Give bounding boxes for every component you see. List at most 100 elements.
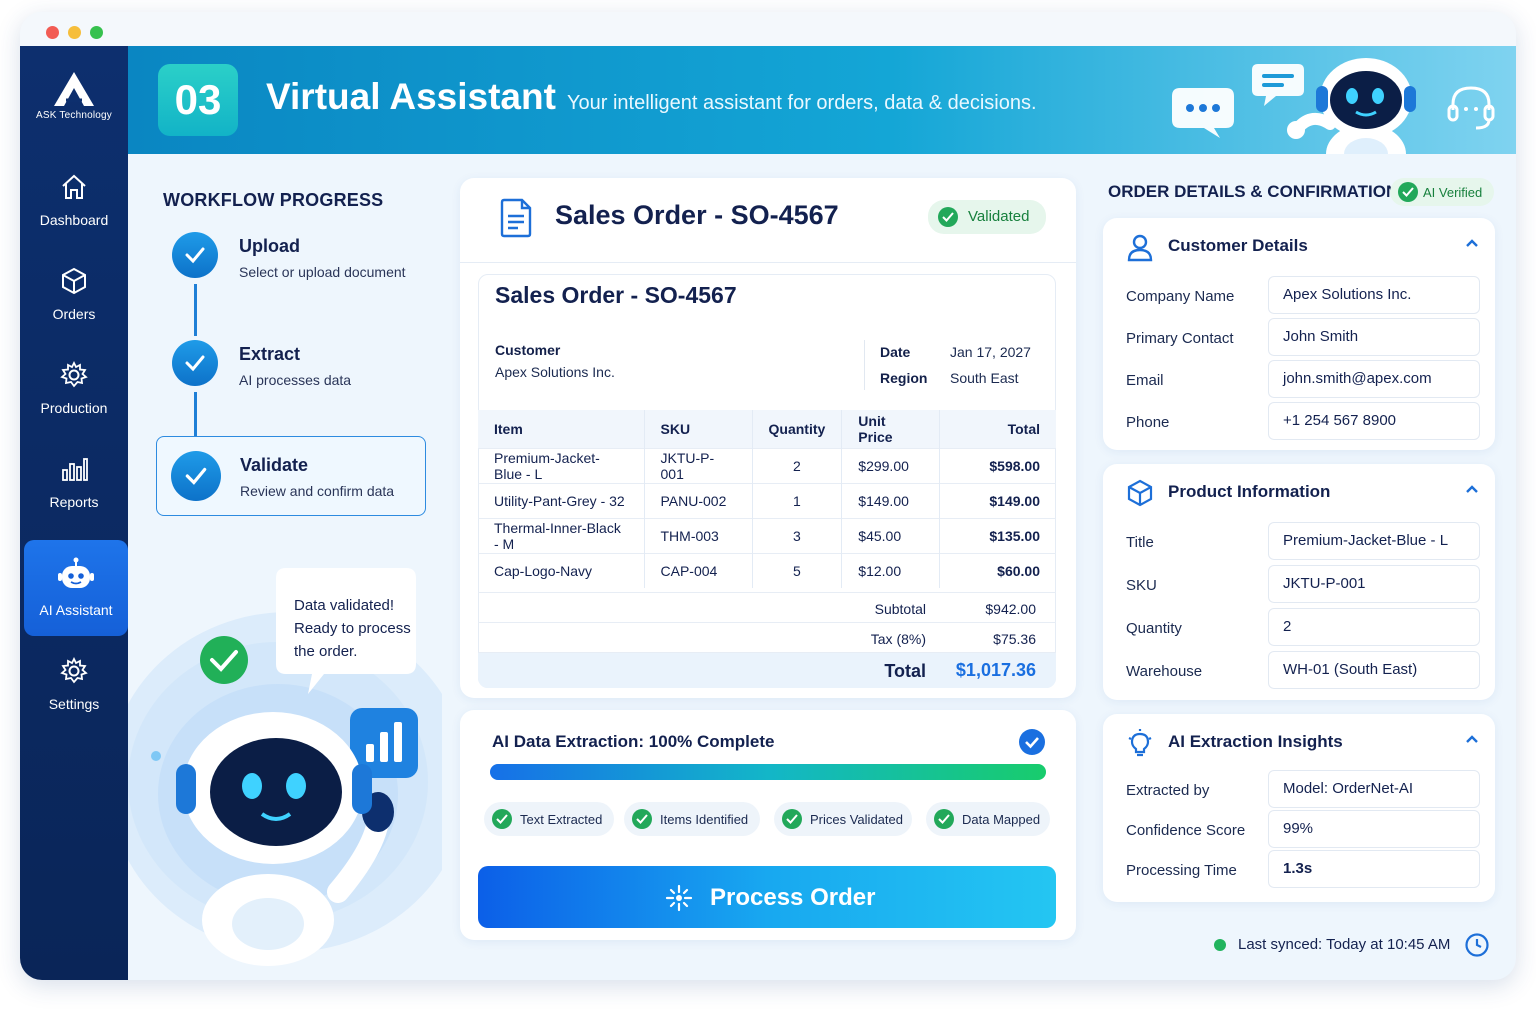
ai-verified-label: AI Verified (1423, 185, 1483, 200)
ai-verified-badge: AI Verified (1390, 178, 1494, 206)
sidebar-item-label: AI Assistant (39, 602, 113, 618)
chevron-up-icon[interactable] (1465, 238, 1479, 248)
step-subtitle: Review and confirm data (240, 483, 395, 499)
sidebar-item-label: Production (40, 400, 108, 416)
quantity-field[interactable]: 2 (1268, 608, 1480, 646)
quantity-cell: 1 (752, 482, 843, 518)
bubble-line: the order. (294, 643, 358, 660)
subtotal-row: Subtotal $942.00 (478, 592, 1056, 622)
sku-cell: CAP-004 (644, 552, 753, 588)
order-panel: Sales Order - SO-4567 Validated Sales Or… (460, 178, 1076, 940)
product-information-title: Product Information (1168, 482, 1331, 501)
workflow-step-extract[interactable]: Extract AI processes data (156, 332, 426, 412)
user-icon (1127, 234, 1153, 262)
chevron-up-icon[interactable] (1465, 484, 1479, 494)
chip-data-mapped: Data Mapped (926, 802, 1050, 836)
check-circle-icon (938, 207, 958, 227)
sidebar-item-settings[interactable]: Settings (20, 656, 128, 752)
logo[interactable]: ASK Technology (20, 70, 128, 121)
headset-icon[interactable] (1446, 82, 1496, 132)
extracted-by-field[interactable]: Model: OrderNet-AI (1268, 770, 1480, 808)
field-label: Title (1126, 534, 1154, 551)
table-row[interactable]: Thermal-Inner-Black - M THM-003 3 $45.00… (478, 517, 1056, 553)
date-label: Date (880, 344, 911, 360)
chip-items-identified: Items Identified (624, 802, 760, 836)
tax-row: Tax (8%) $75.36 (478, 622, 1056, 652)
field-label: Primary Contact (1126, 330, 1234, 347)
document-icon (500, 198, 532, 238)
chip-text-extracted: Text Extracted (484, 802, 614, 836)
item-cell: Premium-Jacket-Blue - L (478, 447, 645, 483)
table-row[interactable]: Utility-Pant-Grey - 32 PANU-002 1 $149.0… (478, 482, 1056, 518)
table-row[interactable]: Cap-Logo-Navy CAP-004 5 $12.00 $60.00 (478, 552, 1056, 588)
subtotal-value: $942.00 (985, 601, 1036, 617)
package-icon (1127, 479, 1153, 507)
region-label: Region (880, 370, 928, 386)
sidebar-item-reports[interactable]: Reports (20, 454, 128, 550)
sidebar-item-dashboard[interactable]: Dashboard (20, 172, 128, 268)
tax-label: Tax (8%) (870, 631, 926, 647)
confidence-score-field[interactable]: 99% (1268, 810, 1480, 848)
sync-status-dot (1214, 939, 1226, 951)
sku-field[interactable]: JKTU-P-001 (1268, 565, 1480, 603)
extraction-progress-fill (490, 764, 1046, 780)
table-row[interactable]: Premium-Jacket-Blue - L JKTU-P-001 2 $29… (478, 447, 1056, 483)
sku-cell: JKTU-P-001 (644, 447, 753, 483)
bubble-line: Data validated! (294, 597, 395, 614)
field-label: Warehouse (1126, 663, 1203, 680)
page-subtitle: Your intelligent assistant for orders, d… (567, 92, 1037, 114)
sidebar-item-label: Settings (48, 696, 100, 712)
ai-insights-card: AI Extraction Insights Extracted by Mode… (1103, 714, 1495, 902)
box-icon (62, 267, 86, 295)
primary-contact-field[interactable]: John Smith (1268, 318, 1480, 356)
bubble-line: Ready to process (294, 620, 411, 637)
total-label: Total (884, 661, 926, 681)
company-name-field[interactable]: Apex Solutions Inc. (1268, 276, 1480, 314)
last-synced-text: Last synced: Today at 10:45 AM (1238, 936, 1451, 953)
workflow-step-upload[interactable]: Upload Select or upload document (156, 224, 426, 304)
check-circle-icon (492, 809, 512, 829)
page-header: 03 Virtual Assistant Your intelligent as… (128, 46, 1516, 154)
sidebar-item-label: Reports (49, 494, 99, 510)
close-window-button[interactable] (46, 26, 59, 39)
field-extracted-by: Extracted by Model: OrderNet-AI (1103, 770, 1495, 810)
robot-icon (58, 557, 94, 588)
field-processing-time: Processing Time 1.3s (1103, 850, 1495, 890)
chat-bubble-icon (1172, 88, 1234, 138)
clock-icon[interactable] (1464, 932, 1490, 958)
chevron-up-icon[interactable] (1465, 734, 1479, 744)
ai-insights-title: AI Extraction Insights (1168, 732, 1343, 751)
column-header: Total (939, 410, 1056, 448)
document-title: Sales Order - SO-4567 (495, 282, 737, 308)
chip-label: Prices Validated (810, 812, 903, 827)
unit-price-cell: $299.00 (841, 447, 941, 483)
minimize-window-button[interactable] (68, 26, 81, 39)
product-title-field[interactable]: Premium-Jacket-Blue - L (1268, 522, 1480, 560)
sidebar-item-orders[interactable]: Orders (20, 266, 128, 362)
phone-field[interactable]: +1 254 567 8900 (1268, 402, 1480, 440)
processing-time-field[interactable]: 1.3s (1268, 850, 1480, 888)
email-field[interactable]: john.smith@apex.com (1268, 360, 1480, 398)
extraction-progress-bar (490, 764, 1046, 780)
workflow-step-validate[interactable]: Validate Review and confirm data (156, 436, 426, 516)
sku-cell: PANU-002 (644, 482, 753, 518)
total-cell: $149.00 (939, 482, 1056, 518)
field-confidence-score: Confidence Score 99% (1103, 810, 1495, 850)
maximize-window-button[interactable] (90, 26, 103, 39)
field-label: Email (1126, 372, 1164, 389)
step-title: Upload (239, 236, 300, 256)
table-header-row: Item SKU Quantity Unit Price Total (478, 410, 1056, 448)
tax-value: $75.36 (993, 631, 1036, 647)
process-order-button[interactable]: Process Order (478, 866, 1056, 928)
divider (460, 262, 1076, 263)
field-company-name: Company Name Apex Solutions Inc. (1103, 276, 1495, 316)
sidebar-item-production[interactable]: Production (20, 360, 128, 456)
unit-price-cell: $45.00 (841, 517, 941, 553)
field-label: Extracted by (1126, 782, 1210, 799)
customer-value: Apex Solutions Inc. (495, 364, 615, 380)
warehouse-field[interactable]: WH-01 (South East) (1268, 651, 1480, 689)
check-circle-icon (934, 809, 954, 829)
step-number-badge: 03 (158, 64, 238, 136)
sidebar-item-ai-assistant[interactable]: AI Assistant (24, 540, 128, 636)
quantity-cell: 5 (752, 552, 843, 588)
